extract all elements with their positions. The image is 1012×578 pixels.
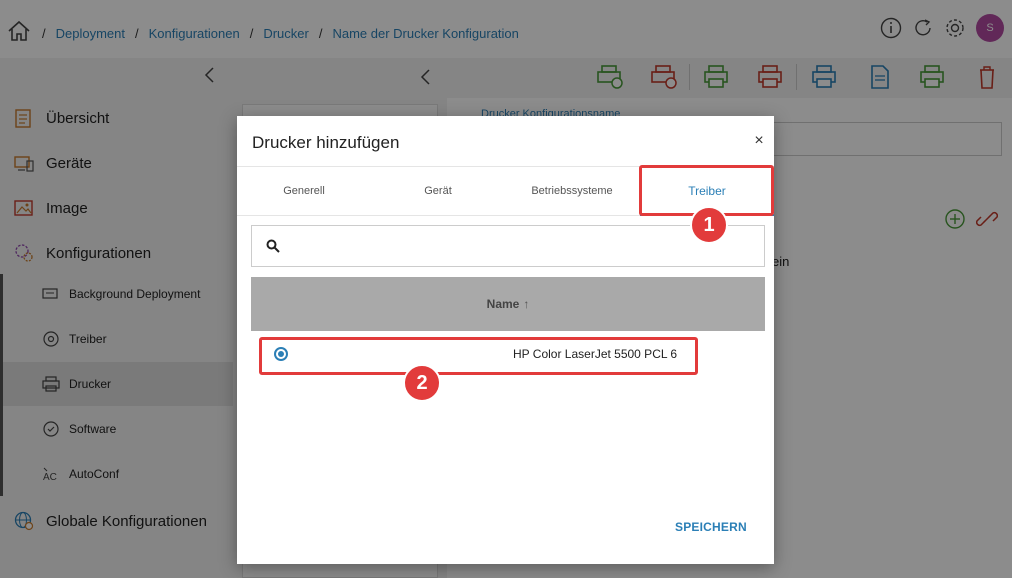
- tab-generell[interactable]: Generell: [237, 167, 371, 215]
- dialog-title: Drucker hinzufügen: [252, 133, 400, 152]
- search-input[interactable]: [292, 234, 752, 258]
- highlight-box-driver-row: [259, 337, 698, 375]
- tab-betriebssysteme[interactable]: Betriebssysteme: [505, 167, 639, 215]
- save-button[interactable]: SPEICHERN: [675, 520, 747, 534]
- step-badge-1: 1: [690, 206, 728, 244]
- table-header: Name ↑: [251, 277, 765, 331]
- sort-arrow-up-icon: ↑: [523, 297, 530, 311]
- search-icon: [266, 239, 280, 253]
- tab-geraet[interactable]: Gerät: [371, 167, 505, 215]
- column-header-name[interactable]: Name ↑: [251, 277, 765, 331]
- close-icon[interactable]: ×: [752, 133, 766, 149]
- column-header-label: Name: [486, 297, 520, 311]
- step-badge-2: 2: [403, 364, 441, 402]
- search-field[interactable]: [251, 225, 765, 267]
